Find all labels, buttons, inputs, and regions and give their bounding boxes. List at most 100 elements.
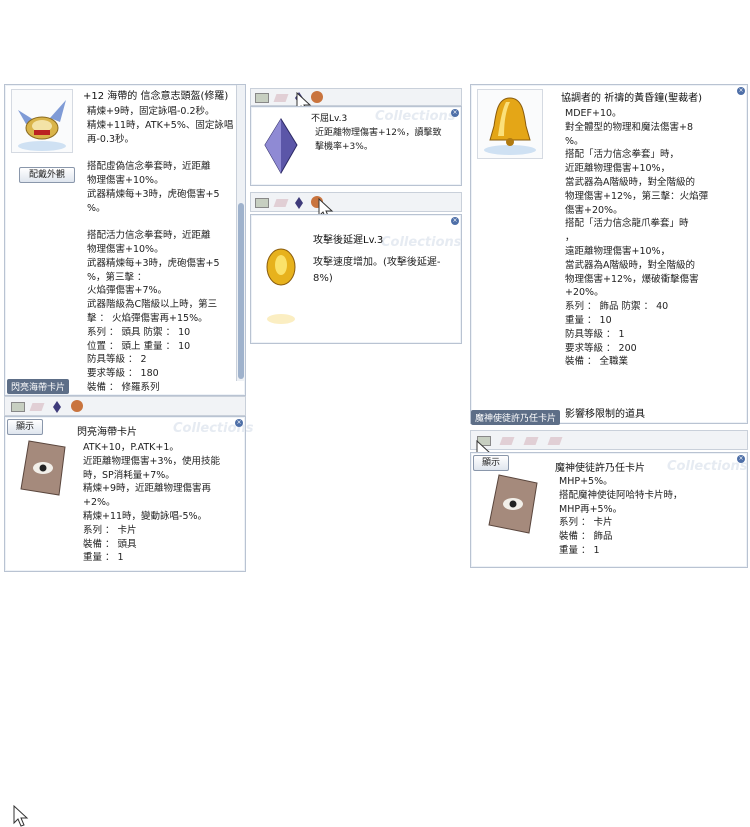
empty-slot-icon[interactable]: [499, 437, 515, 445]
bell-item-image: [477, 89, 543, 159]
demon-card-title: 魔神使徒許乃任卡片: [555, 463, 645, 474]
slot-tabbar-1: [4, 396, 246, 827]
description-line: ATK+10，P.ATK+1。: [83, 442, 179, 453]
description-line: %，第三擊 ：: [87, 271, 147, 283]
mouse-cursor-icon: [13, 805, 29, 827]
description-line: 搭配活力信念拳套時，近距離: [87, 230, 211, 242]
orb-slot-icon[interactable]: [311, 91, 323, 103]
card-image: [481, 471, 545, 539]
description-line: [87, 215, 237, 229]
collections-watermark: Collections: [667, 459, 748, 474]
view-appearance-button[interactable]: 配戴外觀: [19, 167, 75, 183]
description-line: 火焰彈傷害+7%。: [87, 285, 168, 297]
description-line: 精煉+9時，固定詠唱-0.2秒。: [87, 106, 215, 117]
golden-bell-icon: [484, 97, 536, 155]
description-line: 搭配魔神使徒阿哈特卡片時，: [559, 489, 683, 501]
description-line: 系列 ： 卡片: [83, 524, 137, 536]
description-line: 裝備 ： 全職業: [565, 356, 629, 368]
close-icon[interactable]: ×: [451, 217, 459, 225]
description-line: 物理傷害+10%。: [87, 174, 164, 186]
empty-slot-icon[interactable]: [29, 403, 45, 411]
bell-bottom-line: 影響移限制的道具: [565, 409, 645, 420]
diamond-slot-icon[interactable]: [53, 401, 61, 413]
description-line: 搭配虛偽信念拳套時，近距離: [87, 161, 211, 173]
helmet-title: +12 海帶的 信念意志頭盔(修羅): [83, 91, 229, 102]
description-line: %。: [87, 202, 106, 214]
description-line: 精煉+11時，變動詠唱-5%。: [83, 510, 208, 522]
helmet-scrollbar[interactable]: [236, 85, 245, 381]
description-line: 要求等級 ： 180: [87, 368, 159, 380]
enchant-window-unyielding: Collections × 不屈Lv.3 近距離物理傷害+12%，讀擊致 擊機率+…: [250, 106, 462, 186]
description-line: 防具等級 ： 1: [565, 328, 625, 340]
card-slot-icon[interactable]: [11, 402, 25, 412]
description-line: 要求等級 ： 200: [565, 342, 637, 354]
bell-description: MDEF+10。 對全體型的物理和魔法傷害+8 %。 搭配「活力信念拳套」時， 近距離物…: [565, 107, 745, 369]
demon-card-description: MHP+5%。 搭配魔神使徒阿哈特卡片時， MHP再+5%。 系列 ： 卡片 裝備 ： …: [559, 475, 739, 558]
scroll-thumb[interactable]: [238, 203, 244, 379]
show-button[interactable]: 顯示: [473, 455, 509, 471]
card-label-demon-apostle: 魔神使徒許乃任卡片: [471, 410, 561, 425]
card-slot-icon[interactable]: [255, 93, 269, 103]
collections-watermark: Collections: [375, 109, 456, 124]
close-icon[interactable]: ×: [737, 455, 745, 463]
helmet-description: 精煉+9時，固定詠唱-0.2秒。精煉+11時，ATK+5%、固定詠唱 再-0.3秒…: [87, 105, 237, 395]
description-line: 系列 ： 卡片: [559, 517, 613, 529]
close-icon[interactable]: ×: [737, 87, 745, 95]
empty-slot-icon[interactable]: [547, 437, 563, 445]
crystal-image: [257, 115, 305, 177]
description-line: 精煉+9時，近距離物理傷害再: [83, 483, 212, 495]
gold-orb-image: [257, 237, 305, 325]
diamond-slot-icon[interactable]: [295, 197, 303, 209]
item-window-helmet: 配戴外觀 +12 海帶的 信念意志頭盔(修羅) 精煉+9時，固定詠唱-0.2秒。…: [4, 84, 246, 396]
description-line: 系列 ： 頭具 防禦 ： 10: [87, 326, 191, 338]
gold-orb-icon: [266, 248, 296, 324]
description-line: +20%。: [565, 287, 604, 299]
empty-slot-icon[interactable]: [523, 437, 539, 445]
card-image: [13, 437, 73, 499]
orb-slot-icon[interactable]: [71, 400, 83, 412]
description-line: 再-0.3秒。: [87, 133, 135, 145]
description-line: 物理傷害+10%。: [87, 243, 164, 255]
description-line: 裝備 ： 飾品: [559, 531, 613, 543]
helmet-item-image: [11, 89, 73, 153]
description-line: 精煉+11時，ATK+5%、固定詠唱: [87, 119, 234, 131]
enchant-window-post-attack-delay: Collections × 攻擊後延遲Lv.3 攻擊速度增加。(攻擊後延遲- 8%…: [250, 214, 462, 344]
close-icon[interactable]: ×: [235, 419, 243, 427]
description-line: 系列 ： 飾品 防禦 ： 40: [565, 301, 669, 313]
description-line: +2%。: [83, 497, 116, 509]
card-back-icon: [20, 440, 66, 496]
description-line: 8%): [313, 273, 333, 284]
description-line: 重量 ： 1: [83, 552, 124, 564]
description-line: [87, 146, 237, 160]
slot-tabbar-4: [470, 430, 748, 450]
description-line: ，: [565, 232, 575, 244]
enchant-title-post-attack-delay: 攻擊後延遲Lv.3: [313, 235, 384, 246]
description-line: 武器精煉每+3時，虎砲傷害+5: [87, 257, 220, 269]
enchant-description-unyielding: 近距離物理傷害+12%，讀擊致 擊機率+3%。: [315, 127, 455, 155]
card-slot-icon[interactable]: [255, 198, 269, 208]
empty-slot-icon[interactable]: [273, 94, 289, 102]
description-line: MDEF+10。: [565, 108, 622, 119]
description-line: 擊 ： 火焰彈傷害再+15%。: [87, 312, 208, 324]
description-line: 攻擊速度增加。(攻擊後延遲-: [313, 257, 441, 268]
card-label-shiny-seaweed: 閃亮海帶卡片: [7, 379, 70, 394]
show-button[interactable]: 顯示: [7, 419, 43, 435]
enchant-description-post-attack-delay: 攻擊速度增加。(攻擊後延遲- 8%): [313, 255, 453, 287]
description-line: 重量 ： 1: [559, 544, 600, 556]
description-line: 遠距離物理傷害+10%，: [565, 245, 671, 257]
card-title: 閃亮海帶卡片: [77, 427, 137, 438]
empty-slot-icon[interactable]: [273, 199, 289, 207]
card-back-icon: [488, 474, 538, 534]
item-window-twilight-bell: 協調者的 祈禱的黃昏鐘(聖裁者) × MDEF+10。 對全體型的物理和魔法傷害+…: [470, 84, 748, 425]
slot-tabbar-2: [250, 88, 462, 106]
item-window-shiny-seaweed-card: Collections × 顯示 閃亮海帶卡片 ATK+10，P.ATK+1。近…: [4, 416, 254, 572]
close-icon[interactable]: ×: [451, 109, 459, 117]
description-line: 重量 ： 10: [565, 314, 612, 326]
bell-title: 協調者的 祈禱的黃昏鐘(聖裁者): [561, 93, 702, 104]
description-line: 擊機率+3%。: [315, 141, 373, 152]
winged-helmet-icon: [18, 100, 66, 151]
description-line: 武器精煉每+3時，虎砲傷害+5: [87, 188, 220, 200]
description-line: MHP再+5%。: [559, 503, 623, 515]
description-line: 搭配「活力信念龍爪拳套」時: [565, 218, 689, 230]
description-line: 當武器為A階級時，對全階級的: [565, 259, 695, 271]
